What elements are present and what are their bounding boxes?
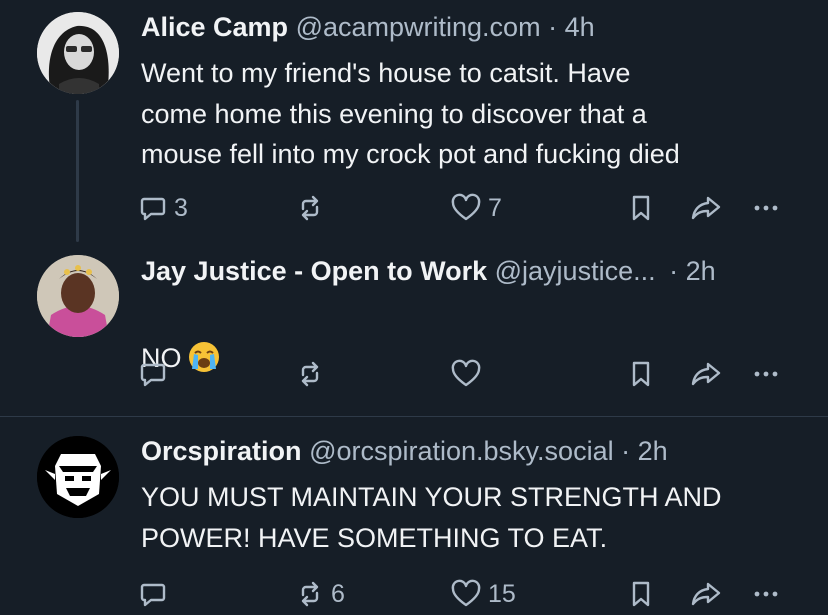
repost-button[interactable] xyxy=(295,354,331,394)
more-options-button[interactable] xyxy=(751,188,781,228)
repost-button[interactable]: 6 xyxy=(295,574,345,614)
post-actions: 6 15 xyxy=(0,574,828,614)
more-dots-icon xyxy=(754,205,778,211)
more-dots-icon xyxy=(754,591,778,597)
post-actions xyxy=(0,354,828,394)
share-button[interactable] xyxy=(690,188,722,228)
orc-logo-icon xyxy=(37,436,119,518)
post-text: Went to my friend's house to catsit. Hav… xyxy=(141,58,680,169)
bookmark-button[interactable] xyxy=(628,188,654,228)
bookmark-icon xyxy=(632,581,650,607)
avatar-image xyxy=(37,255,119,337)
author-name[interactable]: Alice Camp xyxy=(141,12,288,42)
heart-icon xyxy=(451,193,481,221)
like-count: 15 xyxy=(488,579,516,608)
author-handle[interactable]: @jayjustice... xyxy=(495,256,656,286)
reply-button[interactable]: 3 xyxy=(138,188,188,228)
bookmark-icon xyxy=(632,361,650,387)
avatar[interactable] xyxy=(37,12,119,94)
avatar[interactable] xyxy=(37,436,119,518)
bookmark-button[interactable] xyxy=(628,354,654,394)
heart-icon xyxy=(451,359,481,387)
post-time[interactable]: 4h xyxy=(565,12,595,42)
reply-icon xyxy=(140,363,166,387)
heart-icon xyxy=(451,579,481,607)
reply-button[interactable] xyxy=(138,354,174,394)
post-jay-justice[interactable]: Jay Justice - Open to Work @jayjustice..… xyxy=(0,250,828,416)
post-header: Alice Camp @acampwriting.com · 4h xyxy=(141,11,595,43)
reply-button[interactable] xyxy=(138,574,174,614)
share-button[interactable] xyxy=(690,354,722,394)
more-options-button[interactable] xyxy=(751,574,781,614)
like-button[interactable] xyxy=(450,354,488,394)
separator-dot: · xyxy=(548,12,558,42)
post-actions: 3 7 xyxy=(0,188,828,228)
post-header: Jay Justice - Open to Work @jayjustice..… xyxy=(141,255,716,287)
like-button[interactable]: 15 xyxy=(450,574,516,614)
bookmark-icon xyxy=(632,195,650,221)
post-alice-camp[interactable]: Alice Camp @acampwriting.com · 4h Went t… xyxy=(0,0,828,250)
more-dots-icon xyxy=(754,371,778,377)
share-button[interactable] xyxy=(690,574,722,614)
post-orcspiration[interactable]: Orcspiration @orcspiration.bsky.social ·… xyxy=(0,417,828,615)
reply-icon xyxy=(140,583,166,607)
share-icon xyxy=(691,582,721,606)
like-button[interactable]: 7 xyxy=(450,188,502,228)
repost-icon xyxy=(301,361,319,387)
share-icon xyxy=(691,196,721,220)
author-name[interactable]: Jay Justice - Open to Work xyxy=(141,256,487,286)
post-time[interactable]: 2h xyxy=(686,256,716,286)
repost-icon xyxy=(301,581,319,607)
avatar-image xyxy=(37,12,119,94)
separator-dot: · xyxy=(621,436,631,466)
reply-icon xyxy=(140,197,166,221)
bookmark-button[interactable] xyxy=(628,574,654,614)
more-options-button[interactable] xyxy=(751,354,781,394)
author-handle[interactable]: @orcspiration.bsky.social xyxy=(309,436,614,466)
avatar[interactable] xyxy=(37,255,119,337)
like-count: 7 xyxy=(488,193,502,222)
post-header: Orcspiration @orcspiration.bsky.social ·… xyxy=(141,435,668,467)
post-text: YOU MUST MAINTAIN YOUR STRENGTH AND POWE… xyxy=(141,482,722,553)
share-icon xyxy=(691,362,721,386)
repost-button[interactable] xyxy=(295,188,331,228)
repost-icon xyxy=(301,195,319,221)
repost-count: 6 xyxy=(331,579,345,608)
post-time[interactable]: 2h xyxy=(638,436,668,466)
separator-dot: · xyxy=(669,256,679,286)
author-name[interactable]: Orcspiration xyxy=(141,436,302,466)
reply-count: 3 xyxy=(174,193,188,222)
author-handle[interactable]: @acampwriting.com xyxy=(296,12,541,42)
